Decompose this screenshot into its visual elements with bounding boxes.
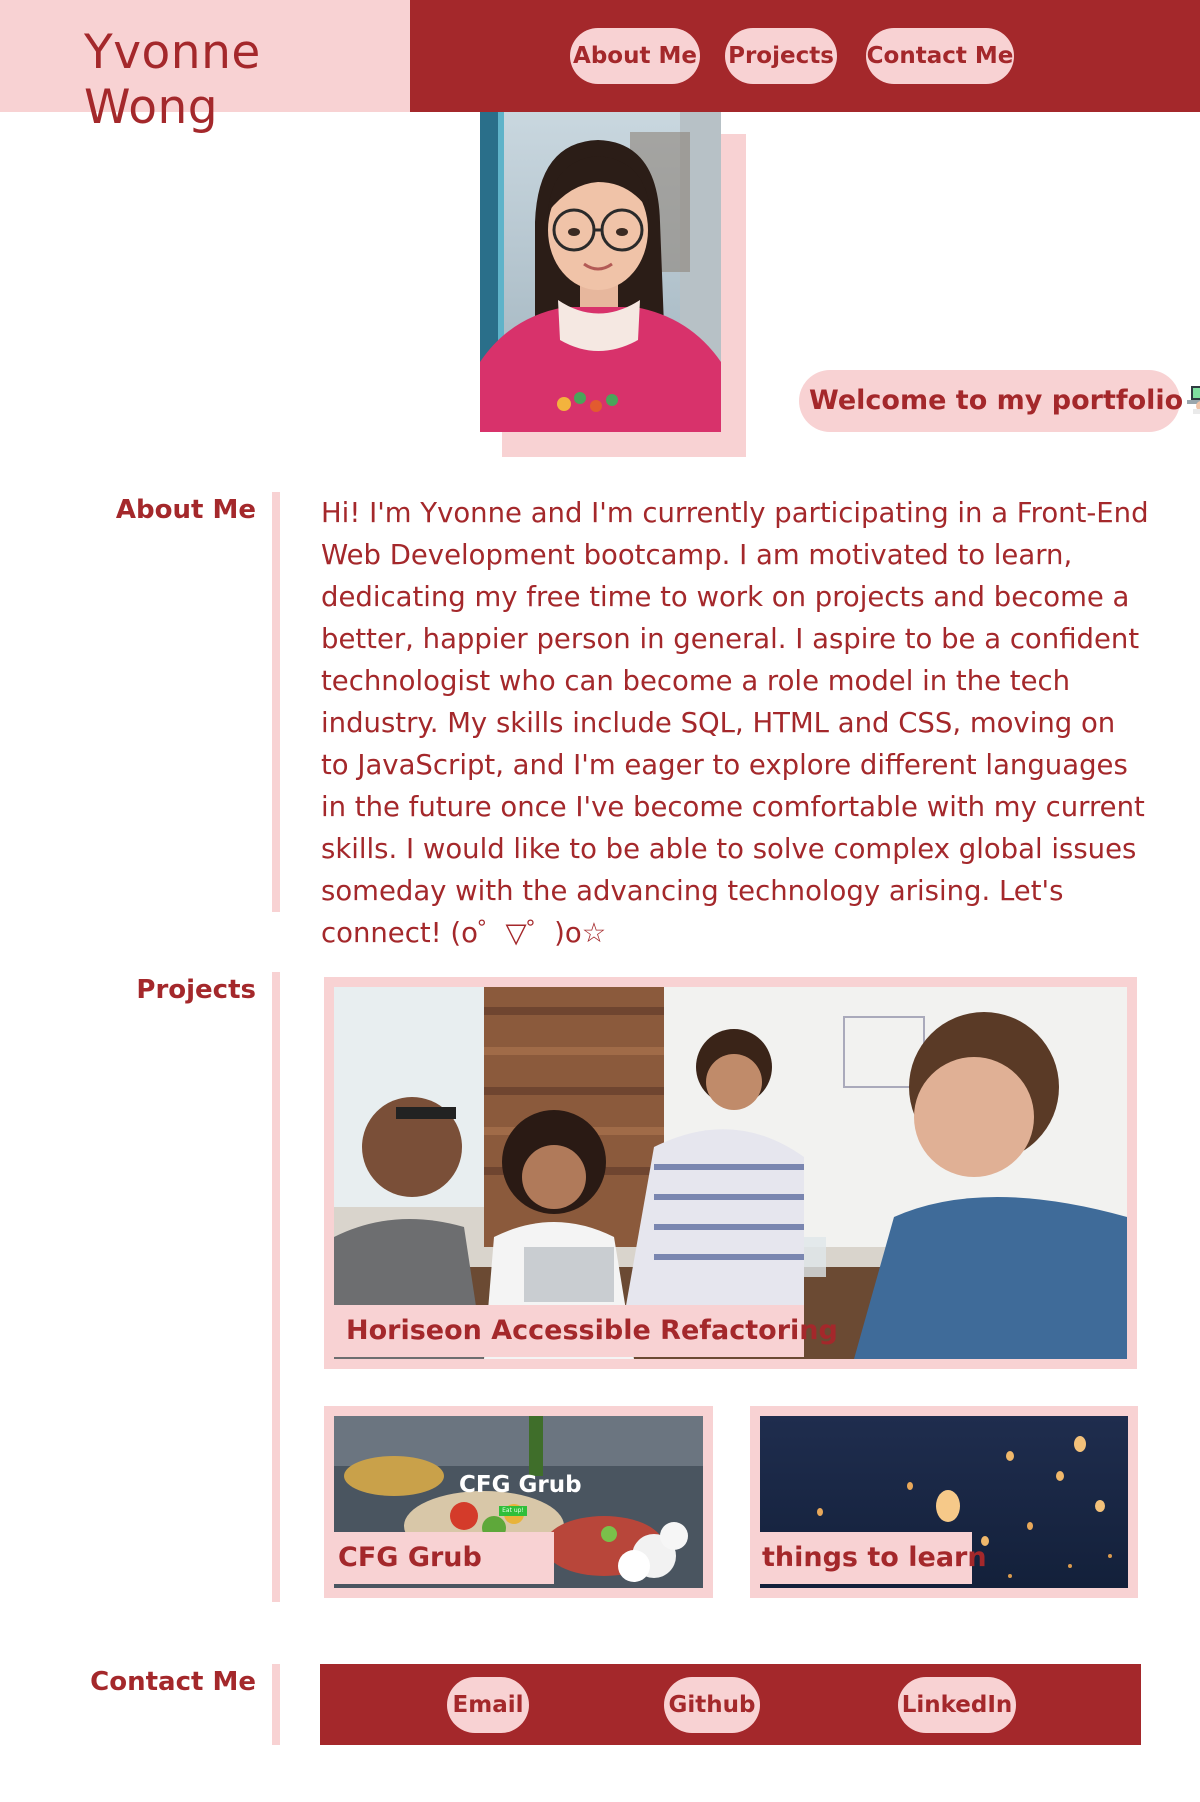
nav-projects[interactable]: Projects (725, 28, 837, 84)
things-to-learn-caption: things to learn (760, 1532, 987, 1584)
email-link[interactable]: Email (447, 1677, 529, 1733)
welcome-text: Welcome to my portfolio (809, 385, 1184, 416)
contact-links-bar: Email Github LinkedIn (320, 1664, 1141, 1745)
welcome-badge: Welcome to my portfolio (799, 370, 1200, 432)
brand-box: Yvonne Wong (0, 0, 410, 135)
project-card-things-to-learn[interactable]: things to learn (750, 1406, 1138, 1598)
project-card-cfg-grub[interactable]: CFG Grub Eat up! CFG Grub (324, 1406, 713, 1598)
horiseon-image (334, 987, 1127, 1359)
projects-heading: Projects (136, 975, 256, 1005)
cfg-grub-caption: CFG Grub (334, 1532, 554, 1584)
about-divider (272, 492, 280, 912)
nav-about-me[interactable]: About Me (570, 28, 700, 84)
profile-photo (480, 112, 721, 432)
site-header: Yvonne Wong About Me Projects Contact Me (0, 0, 1200, 135)
contact-divider (272, 1664, 280, 1745)
linkedin-link[interactable]: LinkedIn (898, 1677, 1016, 1733)
about-heading: About Me (115, 495, 256, 525)
github-link[interactable]: Github (664, 1677, 760, 1733)
contact-heading: Contact Me (90, 1667, 256, 1697)
project-card-horiseon[interactable]: Horiseon Accessible Refactoring (324, 977, 1137, 1369)
cfg-grub-image-button: Eat up! (499, 1506, 527, 1516)
nav-contact-me[interactable]: Contact Me (866, 28, 1014, 84)
about-text: Hi! I'm Yvonne and I'm currently partici… (321, 497, 1149, 949)
projects-divider (272, 972, 280, 1602)
horiseon-caption: Horiseon Accessible Refactoring (334, 1305, 838, 1357)
cfg-grub-image-text: CFG Grub (459, 1472, 582, 1498)
site-title: Yvonne Wong (84, 25, 261, 135)
laptop-technologist-icon (1185, 375, 1200, 414)
